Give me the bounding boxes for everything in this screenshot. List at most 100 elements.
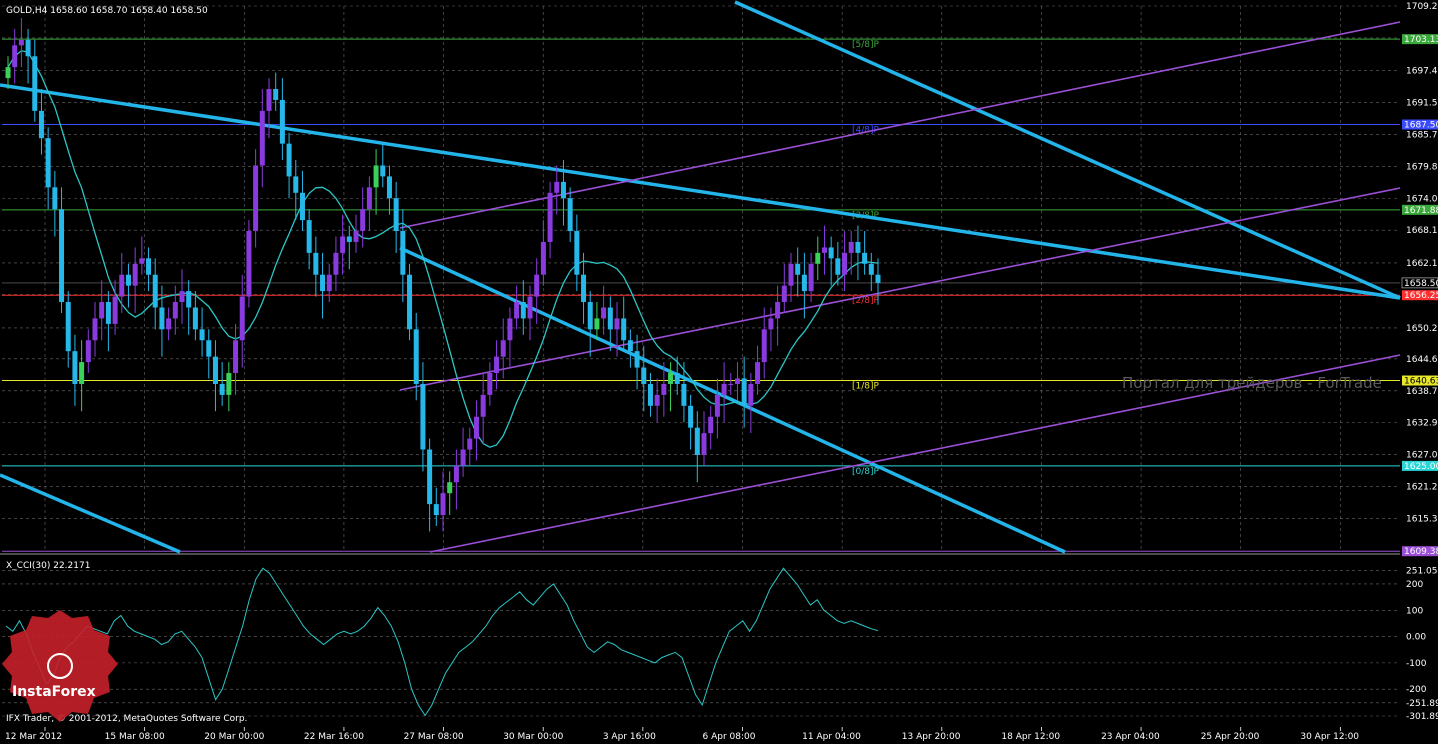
candle-body — [273, 89, 279, 100]
price-tick-label: 1662.15 — [1406, 259, 1438, 269]
copyright-text: IFX Trader, © 2001-2012, MetaQuotes Soft… — [6, 714, 247, 724]
candle-body — [286, 143, 292, 177]
murrey-level-tag: [0/8]P — [852, 467, 880, 477]
candle-body — [119, 274, 125, 297]
candle-body — [105, 302, 111, 324]
candle-body — [212, 356, 218, 384]
candle-body — [641, 367, 647, 384]
candle-body — [681, 383, 687, 406]
candle-body — [5, 67, 11, 79]
candle-body — [360, 209, 366, 232]
candle-body — [627, 340, 633, 352]
murrey-price-label: 1609.38 — [1404, 547, 1438, 557]
candle-body — [366, 187, 372, 210]
time-tick-label: 20 Mar 00:00 — [204, 732, 264, 742]
price-tick-label: 1621.20 — [1406, 483, 1438, 493]
candle-body — [380, 165, 386, 177]
cci-tick-label: -301.894 — [1406, 712, 1438, 722]
candle-body — [534, 274, 540, 297]
candle-body — [714, 394, 720, 417]
time-tick-label: 15 Mar 08:00 — [105, 732, 165, 742]
candle-body — [440, 493, 446, 516]
time-tick-label: 23 Apr 04:00 — [1101, 732, 1160, 742]
price-tick-label: 1668.15 — [1406, 226, 1438, 236]
candle-body — [701, 433, 707, 455]
candle-body — [728, 383, 734, 385]
logo-text: InstaForex — [12, 684, 96, 700]
candle-body — [199, 329, 205, 341]
candle-body — [554, 181, 560, 193]
murrey-price-label: 1687.50 — [1404, 121, 1438, 131]
candle-body — [741, 378, 747, 406]
time-tick-label: 30 Apr 12:00 — [1300, 732, 1359, 742]
candle-body — [594, 318, 600, 330]
candle-body — [386, 176, 392, 199]
candle-body — [313, 252, 319, 275]
candle-body — [340, 236, 346, 253]
time-tick-label: 6 Apr 08:00 — [703, 732, 756, 742]
murrey-price-label: 1640.63 — [1404, 377, 1438, 387]
candle-body — [808, 263, 814, 292]
candle-body — [112, 296, 118, 324]
candle-body — [688, 405, 694, 428]
trading-chart: [5/8]P[4/8]P[3/8]P[2/8]P[1/8]P[0/8]P 170… — [0, 0, 1438, 744]
candle-body — [614, 318, 620, 330]
candle-body — [781, 285, 787, 303]
candle-body — [92, 318, 98, 341]
candle-body — [674, 373, 680, 384]
candle-body — [219, 383, 225, 395]
candle-body — [514, 302, 520, 319]
candle-body — [139, 258, 145, 264]
candle-body — [540, 241, 546, 275]
candle-body — [560, 181, 566, 199]
candle-body — [246, 231, 252, 297]
candle-body — [661, 383, 667, 395]
candle-body — [239, 296, 245, 341]
candle-body — [45, 138, 51, 188]
murrey-price-label: 1703.13 — [1404, 35, 1438, 45]
candle-body — [795, 263, 801, 275]
candle-body — [420, 383, 426, 450]
candle-body — [413, 329, 419, 384]
price-tick-label: 1674.00 — [1406, 194, 1438, 204]
murrey-level-tag: [1/8]P — [852, 382, 880, 392]
cci-tick-label: 251.054 — [1406, 567, 1438, 577]
candle-body — [708, 416, 714, 434]
candle-body — [875, 274, 881, 283]
candle-body — [507, 318, 513, 341]
price-tick-label: 1685.70 — [1406, 130, 1438, 140]
candle-body — [433, 504, 439, 516]
candle-body — [393, 198, 399, 232]
candle-body — [668, 373, 674, 384]
candle-body — [634, 351, 640, 368]
time-tick-label: 25 Apr 20:00 — [1201, 732, 1260, 742]
candle-body — [166, 318, 172, 330]
candle-body — [72, 351, 78, 384]
candle-body — [159, 307, 165, 330]
candle-body — [761, 329, 767, 363]
candle-body — [326, 274, 332, 292]
candle-body — [407, 274, 413, 330]
time-tick-label: 12 Mar 2012 — [5, 732, 62, 742]
candle-body — [734, 378, 740, 384]
candle-body — [186, 291, 192, 308]
candle-body — [146, 258, 152, 275]
price-tick-label: 1632.90 — [1406, 419, 1438, 429]
price-tick-label: 1709.20 — [1406, 2, 1438, 12]
price-tick-label: 1644.60 — [1406, 355, 1438, 365]
candle-body — [607, 307, 613, 330]
candle-body — [346, 236, 352, 242]
candle-body — [835, 258, 841, 275]
candle-body — [253, 165, 259, 232]
candle-body — [179, 291, 185, 303]
candle-body — [125, 274, 131, 286]
chart-header: GOLD,H4 1658.60 1658.70 1658.40 1658.50 — [6, 6, 208, 16]
candle-body — [400, 231, 406, 275]
candle-body — [427, 449, 433, 505]
candle-body — [755, 362, 761, 384]
candle-body — [99, 302, 105, 319]
candle-body — [65, 302, 71, 352]
candle-body — [18, 39, 24, 46]
price-tick-label: 1679.80 — [1406, 163, 1438, 173]
candle-body — [862, 252, 868, 264]
